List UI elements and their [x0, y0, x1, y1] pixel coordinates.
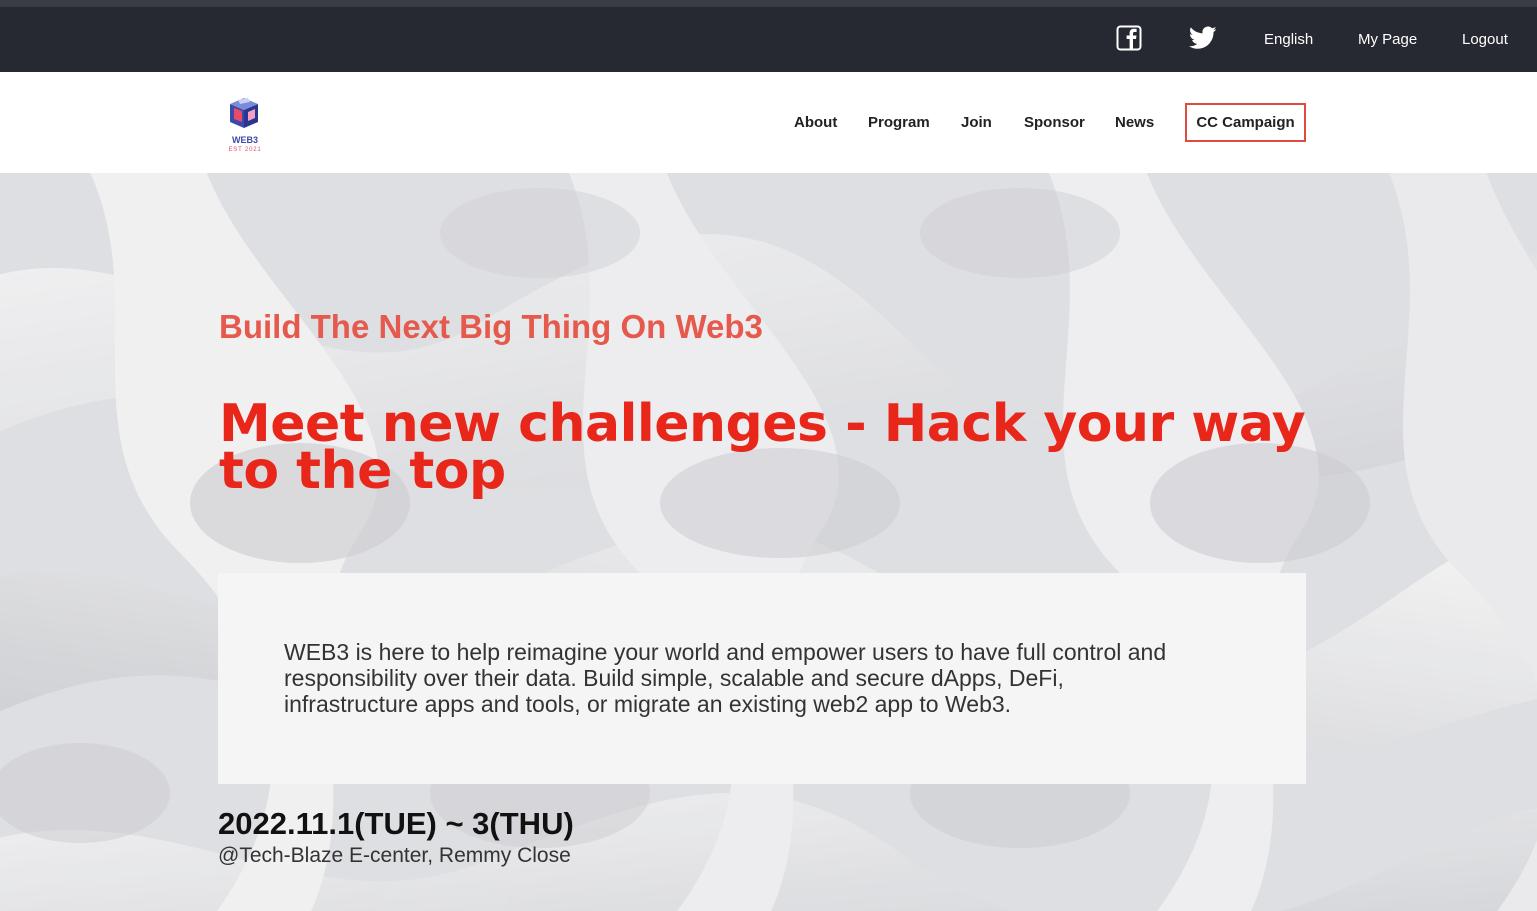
- event-date: 2022.11.1(TUE) ~ 3(THU): [218, 806, 574, 841]
- main-nav: WEB3 EST 2021 About Program Join Sponsor…: [0, 72, 1537, 173]
- language-selector[interactable]: English: [1264, 31, 1313, 48]
- nav-sponsor[interactable]: Sponsor: [1024, 114, 1085, 131]
- nav-program[interactable]: Program: [868, 114, 930, 131]
- cc-campaign-label: CC Campaign: [1196, 114, 1295, 131]
- facebook-icon[interactable]: [1114, 23, 1144, 53]
- nav-news[interactable]: News: [1115, 114, 1154, 131]
- cc-campaign-button[interactable]: CC Campaign: [1185, 103, 1306, 142]
- hero-section: Build The Next Big Thing On Web3 Meet ne…: [0, 173, 1537, 911]
- hero-tagline: Build The Next Big Thing On Web3: [219, 308, 763, 345]
- description-box: WEB3 is here to help reimagine your worl…: [218, 573, 1306, 784]
- hero-headline: Meet new challenges - Hack your way to t…: [219, 394, 1306, 501]
- web3-logo[interactable]: WEB3 EST 2021: [224, 96, 266, 153]
- nav-join[interactable]: Join: [961, 114, 992, 131]
- svg-text:WEB3: WEB3: [232, 135, 258, 145]
- logout-link[interactable]: Logout: [1462, 31, 1508, 48]
- svg-text:EST 2021: EST 2021: [229, 147, 262, 153]
- hero-background-image: [0, 173, 1537, 911]
- my-page-link[interactable]: My Page: [1358, 31, 1417, 48]
- event-venue: @Tech-Blaze E-center, Remmy Close: [218, 844, 571, 867]
- top-utility-bar: English My Page Logout: [0, 0, 1537, 72]
- twitter-icon[interactable]: [1188, 23, 1218, 53]
- nav-about[interactable]: About: [794, 114, 837, 131]
- hero-description: WEB3 is here to help reimagine your worl…: [284, 639, 1167, 717]
